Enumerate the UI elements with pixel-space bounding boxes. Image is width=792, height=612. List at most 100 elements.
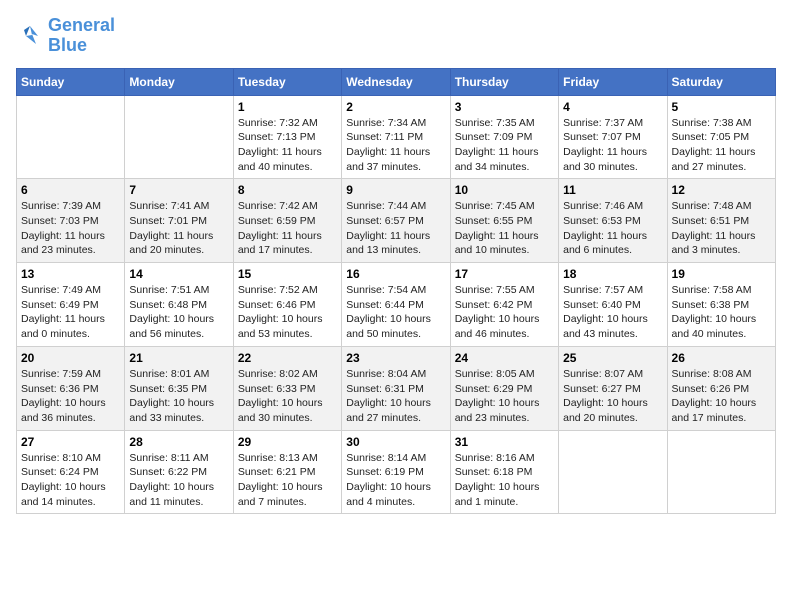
day-content: Sunrise: 7:37 AM Sunset: 7:07 PM Dayligh… (563, 116, 662, 175)
calendar-cell (667, 430, 775, 514)
week-row-4: 20 Sunrise: 7:59 AM Sunset: 6:36 PM Dayli… (17, 346, 776, 430)
calendar-cell: 15Sunrise: 7:52 AM Sunset: 6:46 PM Dayli… (233, 263, 341, 347)
day-number: 10 (455, 183, 554, 197)
calendar-cell: 10 Sunrise: 7:45 AM Sunset: 6:55 PM Dayli… (450, 179, 558, 263)
calendar-cell: 16 Sunrise: 7:54 AM Sunset: 6:44 PM Dayli… (342, 263, 450, 347)
calendar-cell (17, 95, 125, 179)
day-number: 21 (129, 351, 228, 365)
day-content: Sunrise: 7:41 AM Sunset: 7:01 PM Dayligh… (129, 199, 228, 258)
day-content: Sunrise: 7:54 AM Sunset: 6:44 PM Dayligh… (346, 283, 445, 342)
day-number: 23 (346, 351, 445, 365)
day-content: Sunrise: 7:59 AM Sunset: 6:36 PM Dayligh… (21, 367, 120, 426)
day-number: 29 (238, 435, 337, 449)
day-content: Sunrise: 8:05 AM Sunset: 6:29 PM Dayligh… (455, 367, 554, 426)
calendar-cell: 27 Sunrise: 8:10 AM Sunset: 6:24 PM Dayli… (17, 430, 125, 514)
calendar-cell: 22 Sunrise: 8:02 AM Sunset: 6:33 PM Dayli… (233, 346, 341, 430)
calendar-cell: 19 Sunrise: 7:58 AM Sunset: 6:38 PM Dayli… (667, 263, 775, 347)
calendar-cell: 9 Sunrise: 7:44 AM Sunset: 6:57 PM Daylig… (342, 179, 450, 263)
header-row: SundayMondayTuesdayWednesdayThursdayFrid… (17, 68, 776, 95)
day-content: Sunrise: 7:46 AM Sunset: 6:53 PM Dayligh… (563, 199, 662, 258)
calendar-cell (125, 95, 233, 179)
logo-text: General Blue (48, 16, 115, 56)
logo: General Blue (16, 16, 115, 56)
day-content: Sunrise: 8:01 AM Sunset: 6:35 PM Dayligh… (129, 367, 228, 426)
day-header-tuesday: Tuesday (233, 68, 341, 95)
week-row-3: 13Sunrise: 7:49 AM Sunset: 6:49 PM Dayli… (17, 263, 776, 347)
calendar-table: SundayMondayTuesdayWednesdayThursdayFrid… (16, 68, 776, 515)
day-content: Sunrise: 7:32 AM Sunset: 7:13 PM Dayligh… (238, 116, 337, 175)
day-number: 7 (129, 183, 228, 197)
day-number: 25 (563, 351, 662, 365)
day-content: Sunrise: 8:10 AM Sunset: 6:24 PM Dayligh… (21, 451, 120, 510)
calendar-cell: 25 Sunrise: 8:07 AM Sunset: 6:27 PM Dayli… (559, 346, 667, 430)
calendar-cell (559, 430, 667, 514)
day-number: 27 (21, 435, 120, 449)
day-content: Sunrise: 7:52 AM Sunset: 6:46 PM Dayligh… (238, 283, 337, 342)
day-number: 6 (21, 183, 120, 197)
calendar-cell: 12Sunrise: 7:48 AM Sunset: 6:51 PM Dayli… (667, 179, 775, 263)
day-content: Sunrise: 8:14 AM Sunset: 6:19 PM Dayligh… (346, 451, 445, 510)
day-content: Sunrise: 7:35 AM Sunset: 7:09 PM Dayligh… (455, 116, 554, 175)
day-content: Sunrise: 7:48 AM Sunset: 6:51 PM Dayligh… (672, 199, 771, 258)
day-content: Sunrise: 8:08 AM Sunset: 6:26 PM Dayligh… (672, 367, 771, 426)
day-number: 11 (563, 183, 662, 197)
calendar-cell: 29Sunrise: 8:13 AM Sunset: 6:21 PM Dayli… (233, 430, 341, 514)
day-number: 3 (455, 100, 554, 114)
calendar-cell: 7 Sunrise: 7:41 AM Sunset: 7:01 PM Daylig… (125, 179, 233, 263)
day-number: 5 (672, 100, 771, 114)
day-number: 30 (346, 435, 445, 449)
calendar-cell: 1 Sunrise: 7:32 AM Sunset: 7:13 PM Daylig… (233, 95, 341, 179)
day-content: Sunrise: 7:39 AM Sunset: 7:03 PM Dayligh… (21, 199, 120, 258)
day-number: 20 (21, 351, 120, 365)
day-number: 8 (238, 183, 337, 197)
calendar-cell: 5 Sunrise: 7:38 AM Sunset: 7:05 PM Daylig… (667, 95, 775, 179)
day-header-sunday: Sunday (17, 68, 125, 95)
calendar-cell: 6 Sunrise: 7:39 AM Sunset: 7:03 PM Daylig… (17, 179, 125, 263)
day-content: Sunrise: 7:45 AM Sunset: 6:55 PM Dayligh… (455, 199, 554, 258)
calendar-cell: 23 Sunrise: 8:04 AM Sunset: 6:31 PM Dayli… (342, 346, 450, 430)
page-header: General Blue (16, 16, 776, 56)
week-row-1: 1 Sunrise: 7:32 AM Sunset: 7:13 PM Daylig… (17, 95, 776, 179)
day-number: 19 (672, 267, 771, 281)
calendar-cell: 11 Sunrise: 7:46 AM Sunset: 6:53 PM Dayli… (559, 179, 667, 263)
day-number: 31 (455, 435, 554, 449)
day-number: 28 (129, 435, 228, 449)
logo-icon (16, 22, 44, 50)
day-number: 26 (672, 351, 771, 365)
day-number: 2 (346, 100, 445, 114)
day-number: 13 (21, 267, 120, 281)
day-number: 16 (346, 267, 445, 281)
day-content: Sunrise: 7:55 AM Sunset: 6:42 PM Dayligh… (455, 283, 554, 342)
day-content: Sunrise: 8:02 AM Sunset: 6:33 PM Dayligh… (238, 367, 337, 426)
day-number: 17 (455, 267, 554, 281)
day-content: Sunrise: 7:38 AM Sunset: 7:05 PM Dayligh… (672, 116, 771, 175)
calendar-cell: 21 Sunrise: 8:01 AM Sunset: 6:35 PM Dayli… (125, 346, 233, 430)
day-header-wednesday: Wednesday (342, 68, 450, 95)
day-content: Sunrise: 7:51 AM Sunset: 6:48 PM Dayligh… (129, 283, 228, 342)
calendar-cell: 8 Sunrise: 7:42 AM Sunset: 6:59 PM Daylig… (233, 179, 341, 263)
day-number: 9 (346, 183, 445, 197)
day-content: Sunrise: 8:11 AM Sunset: 6:22 PM Dayligh… (129, 451, 228, 510)
calendar-cell: 14Sunrise: 7:51 AM Sunset: 6:48 PM Dayli… (125, 263, 233, 347)
day-content: Sunrise: 8:07 AM Sunset: 6:27 PM Dayligh… (563, 367, 662, 426)
day-number: 22 (238, 351, 337, 365)
day-content: Sunrise: 8:16 AM Sunset: 6:18 PM Dayligh… (455, 451, 554, 510)
day-header-monday: Monday (125, 68, 233, 95)
day-content: Sunrise: 7:58 AM Sunset: 6:38 PM Dayligh… (672, 283, 771, 342)
day-content: Sunrise: 7:44 AM Sunset: 6:57 PM Dayligh… (346, 199, 445, 258)
day-number: 18 (563, 267, 662, 281)
calendar-cell: 31 Sunrise: 8:16 AM Sunset: 6:18 PM Dayli… (450, 430, 558, 514)
calendar-cell: 4Sunrise: 7:37 AM Sunset: 7:07 PM Daylig… (559, 95, 667, 179)
day-content: Sunrise: 7:42 AM Sunset: 6:59 PM Dayligh… (238, 199, 337, 258)
day-content: Sunrise: 8:04 AM Sunset: 6:31 PM Dayligh… (346, 367, 445, 426)
day-number: 1 (238, 100, 337, 114)
day-number: 24 (455, 351, 554, 365)
week-row-5: 27 Sunrise: 8:10 AM Sunset: 6:24 PM Dayli… (17, 430, 776, 514)
day-header-thursday: Thursday (450, 68, 558, 95)
day-content: Sunrise: 7:57 AM Sunset: 6:40 PM Dayligh… (563, 283, 662, 342)
calendar-cell: 28 Sunrise: 8:11 AM Sunset: 6:22 PM Dayli… (125, 430, 233, 514)
day-header-friday: Friday (559, 68, 667, 95)
calendar-cell: 13Sunrise: 7:49 AM Sunset: 6:49 PM Dayli… (17, 263, 125, 347)
day-header-saturday: Saturday (667, 68, 775, 95)
calendar-cell: 24 Sunrise: 8:05 AM Sunset: 6:29 PM Dayli… (450, 346, 558, 430)
